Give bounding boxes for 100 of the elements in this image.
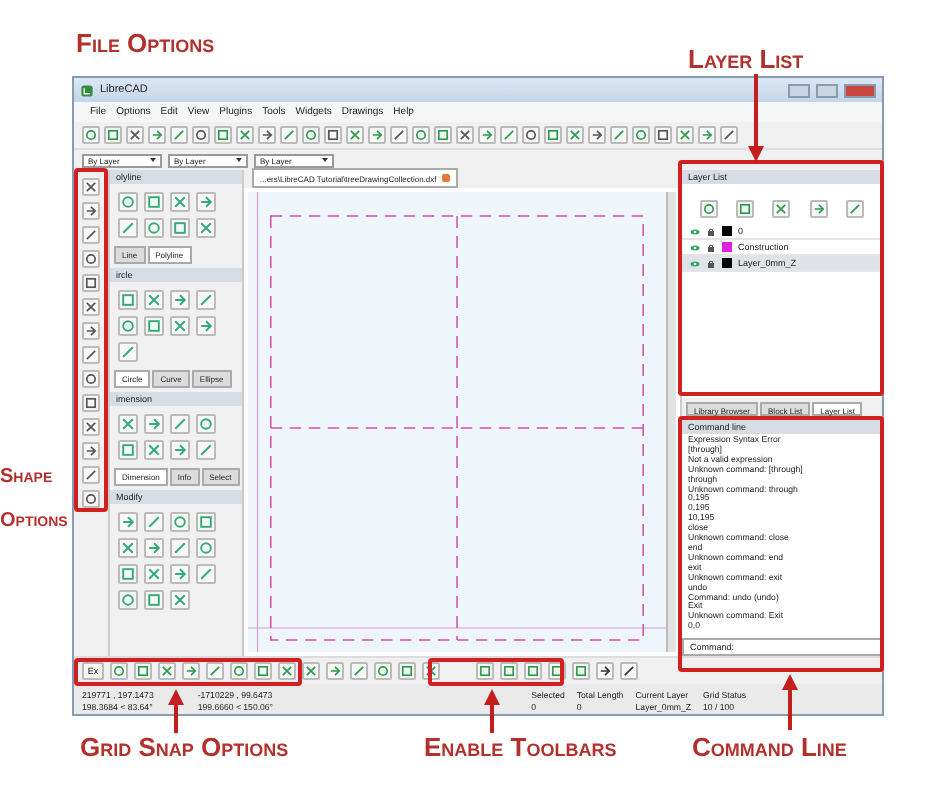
- arrow-icon: [811, 202, 826, 216]
- tool-button[interactable]: [620, 662, 638, 680]
- tool-button[interactable]: [82, 490, 100, 508]
- square-icon: [136, 664, 150, 678]
- circle-icon: [172, 514, 188, 530]
- square-icon: [120, 442, 136, 458]
- cross-icon: [146, 442, 162, 458]
- tool-button[interactable]: [82, 178, 100, 196]
- scrollbar[interactable]: [666, 192, 676, 652]
- cross-icon: [84, 300, 98, 314]
- line-icon: [392, 128, 406, 142]
- cross-icon: [84, 180, 98, 194]
- cross-icon: [304, 664, 318, 678]
- eye-icon: [690, 259, 700, 267]
- line-icon: [198, 442, 214, 458]
- tool-button[interactable]: [126, 126, 144, 144]
- highlight-frame: [428, 658, 564, 686]
- square-icon: [326, 128, 340, 142]
- tool-button[interactable]: [82, 394, 100, 412]
- tool-button[interactable]: [82, 226, 100, 244]
- line-icon: [208, 664, 222, 678]
- tool-button[interactable]: [596, 662, 614, 680]
- tool-button[interactable]: [588, 126, 606, 144]
- caret-icon: [236, 158, 242, 162]
- caret-icon: [150, 158, 156, 162]
- callout-label: Enable Toolbars: [424, 732, 617, 762]
- tool-button[interactable]: [192, 126, 210, 144]
- cross-icon: [678, 128, 692, 142]
- circle-icon: [120, 592, 136, 608]
- tool-button[interactable]: [654, 126, 672, 144]
- square-icon: [106, 128, 120, 142]
- square-icon: [146, 194, 162, 210]
- circle-icon: [84, 128, 98, 142]
- minimize-button[interactable]: [788, 83, 810, 97]
- tool-button[interactable]: [82, 202, 100, 220]
- arrow-icon: [260, 128, 274, 142]
- arrow-icon: [84, 204, 98, 218]
- tool-button[interactable]: [82, 466, 100, 484]
- tool-button[interactable]: [720, 126, 738, 144]
- circle-icon: [84, 252, 98, 266]
- tool-button[interactable]: [456, 126, 474, 144]
- callout-label: Shape Options: [0, 464, 68, 536]
- cross-icon: [774, 202, 789, 216]
- callout-label: Layer List: [688, 44, 804, 74]
- close-button[interactable]: [844, 83, 876, 97]
- arrow-icon: [150, 128, 164, 142]
- callout-arrow: [782, 674, 798, 730]
- square-icon: [502, 664, 516, 678]
- arrow-icon: [198, 318, 214, 334]
- callout-label: File Options: [76, 28, 215, 58]
- square-icon: [84, 276, 98, 290]
- cross-icon: [348, 128, 362, 142]
- tool-button[interactable]: [258, 126, 276, 144]
- line-icon: [502, 128, 516, 142]
- arrow-icon: [84, 444, 98, 458]
- callout-label: Command Line: [692, 732, 847, 762]
- maximize-button[interactable]: [816, 83, 838, 97]
- arrow-icon: [480, 128, 494, 142]
- line-icon: [352, 664, 366, 678]
- square-icon: [656, 128, 670, 142]
- tool-button[interactable]: [390, 126, 408, 144]
- tool-button[interactable]: [82, 298, 100, 316]
- circle-icon: [84, 372, 98, 386]
- line-icon: [120, 344, 136, 360]
- cross-icon: [198, 220, 214, 236]
- circle-icon: [146, 220, 162, 236]
- square-icon: [120, 566, 136, 582]
- arrow-icon: [184, 664, 198, 678]
- tab-close-button[interactable]: [442, 174, 451, 182]
- arrow-icon: [198, 194, 214, 210]
- tool-button[interactable]: [82, 346, 100, 364]
- cross-icon: [120, 416, 136, 432]
- line-icon: [612, 128, 626, 142]
- circle-icon: [198, 540, 214, 556]
- arrow-icon: [172, 566, 188, 582]
- callout-arrow: [748, 74, 764, 162]
- tool-button[interactable]: [82, 322, 100, 340]
- cross-icon: [280, 664, 294, 678]
- tool-button[interactable]: [82, 370, 100, 388]
- circle-icon: [120, 318, 136, 334]
- caret-icon: [322, 158, 328, 162]
- cross-icon: [146, 566, 162, 582]
- tool-button[interactable]: [82, 418, 100, 436]
- tool-button[interactable]: [522, 126, 540, 144]
- cross-icon: [146, 292, 162, 308]
- tool-button[interactable]: [324, 126, 342, 144]
- circle-icon: [701, 202, 716, 216]
- square-icon: [120, 292, 136, 308]
- square-icon: [436, 128, 450, 142]
- square-icon: [216, 128, 230, 142]
- tool-button[interactable]: [82, 250, 100, 268]
- square-icon: [400, 664, 414, 678]
- arrow-icon: [172, 442, 188, 458]
- lock-icon: [706, 227, 716, 235]
- square-icon: [574, 664, 588, 678]
- line-icon: [282, 128, 296, 142]
- circle-icon: [414, 128, 428, 142]
- tool-button[interactable]: [82, 442, 100, 460]
- square-icon: [478, 664, 492, 678]
- circle-icon: [198, 416, 214, 432]
